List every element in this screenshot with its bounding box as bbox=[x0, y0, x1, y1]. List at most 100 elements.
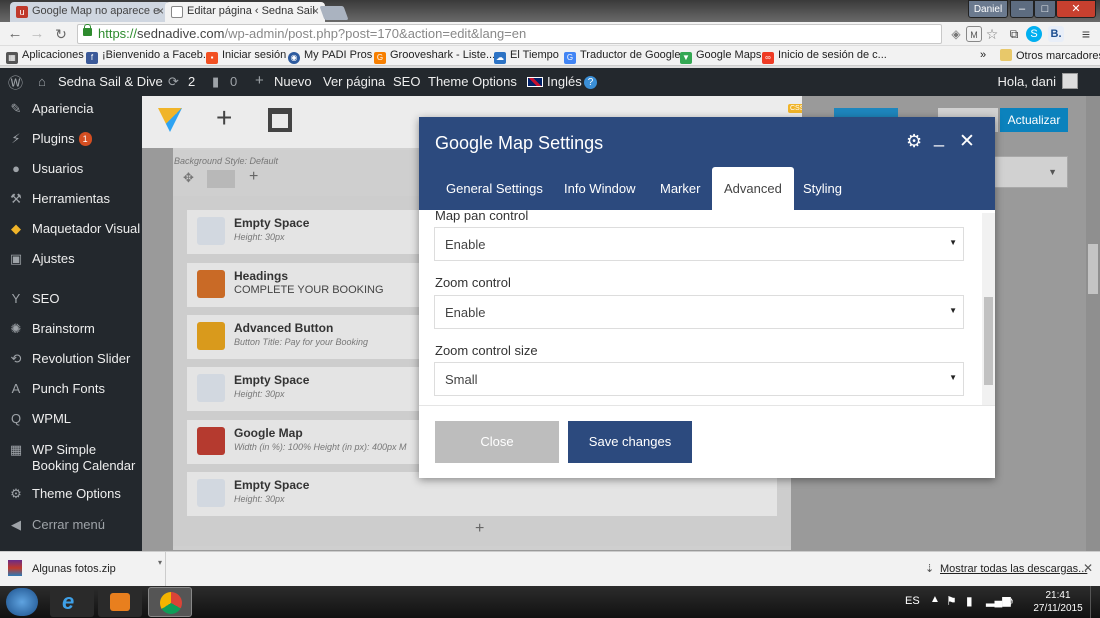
minimize-modal-icon[interactable]: _ bbox=[934, 127, 944, 148]
add-element-bottom-icon[interactable]: + bbox=[475, 520, 484, 538]
booking-icon[interactable]: B. bbox=[1048, 26, 1064, 42]
select-zoom-size[interactable]: Small ▼ bbox=[434, 362, 964, 396]
collapse-menu[interactable]: ◀ Cerrar menú bbox=[0, 517, 142, 533]
media-player-taskbar-icon[interactable] bbox=[98, 587, 142, 617]
close-window-icon[interactable]: ✕ bbox=[1056, 0, 1096, 18]
update-button[interactable]: Actualizar bbox=[1000, 108, 1068, 132]
show-all-downloads-link[interactable]: Mostrar todas las descargas... bbox=[940, 563, 1087, 575]
gear-icon[interactable]: ⚙ bbox=[906, 131, 922, 152]
action-center-icon[interactable]: ⚑ bbox=[946, 594, 957, 608]
sidebar-item-wpml[interactable]: Q WPML bbox=[0, 411, 142, 427]
tab-general-settings[interactable]: General Settings bbox=[446, 181, 543, 196]
column-layout-icon[interactable] bbox=[207, 170, 235, 188]
new-tab-button[interactable] bbox=[319, 6, 349, 20]
language-indicator[interactable]: ES bbox=[905, 595, 920, 607]
updates-icon[interactable]: ⟳ bbox=[168, 74, 179, 90]
sidebar-item-ajustes[interactable]: ▣ Ajustes bbox=[0, 251, 142, 267]
page-scrollbar-thumb[interactable] bbox=[1088, 244, 1098, 294]
maximize-icon[interactable]: □ bbox=[1034, 0, 1056, 18]
save-changes-button[interactable]: Save changes bbox=[568, 421, 692, 463]
bookmark-facebook[interactable]: f ¡Bienvenido a Faceb... bbox=[86, 49, 212, 64]
show-desktop-button[interactable] bbox=[1090, 586, 1100, 618]
bookmark-weather[interactable]: ☁ El Tiempo bbox=[494, 49, 559, 64]
move-icon[interactable]: ✥ bbox=[183, 170, 194, 186]
vc-logo-icon[interactable] bbox=[158, 108, 182, 132]
network-icon[interactable]: ▂▄▆ bbox=[986, 594, 1011, 607]
layout-icon[interactable] bbox=[268, 108, 292, 132]
sidebar-item-herramientas[interactable]: ⚒ Herramientas bbox=[0, 191, 142, 207]
sidebar-item-maquetador[interactable]: ◆ Maquetador Visual bbox=[0, 221, 142, 237]
bookmarks-more[interactable]: » bbox=[980, 49, 986, 61]
dropdown-arrow-icon[interactable]: ▼ bbox=[992, 156, 1068, 188]
bookmark-grooveshark[interactable]: G Grooveshark - Liste... bbox=[374, 49, 495, 64]
bookmark-apps[interactable]: ▦ Aplicaciones bbox=[6, 49, 84, 64]
close-icon[interactable]: ✕ bbox=[1083, 561, 1093, 575]
select-pan-control[interactable]: Enable ▼ bbox=[434, 227, 964, 261]
sidebar-item-booking[interactable]: ▦ WP Simple Booking Calendar bbox=[0, 442, 142, 474]
chevron-down-icon[interactable]: ▾ bbox=[158, 558, 162, 567]
theme-options-link[interactable]: Theme Options bbox=[428, 74, 517, 89]
tab-info-window[interactable]: Info Window bbox=[564, 181, 636, 196]
other-bookmarks[interactable]: Otros marcadores bbox=[1000, 49, 1100, 62]
battery-icon[interactable]: ▮ bbox=[966, 594, 973, 608]
seo-link[interactable]: SEO bbox=[393, 74, 420, 89]
sidebar-item-usuarios[interactable]: ● Usuarios bbox=[0, 161, 142, 177]
wordpress-logo-icon[interactable]: Ⓦ bbox=[8, 72, 23, 93]
sidebar-item-punch-fonts[interactable]: A Punch Fonts bbox=[0, 381, 142, 397]
start-button-icon[interactable] bbox=[6, 588, 38, 616]
close-icon[interactable]: ✕ bbox=[959, 130, 975, 153]
profile-button[interactable]: Daniel bbox=[968, 0, 1008, 18]
bookmark-padi[interactable]: ◉ My PADI Pros bbox=[288, 49, 372, 64]
updates-count[interactable]: 2 bbox=[188, 74, 195, 89]
help-icon[interactable]: ? bbox=[584, 76, 597, 89]
back-icon[interactable]: ← bbox=[6, 25, 24, 43]
sidebar-item-theme-options[interactable]: ⚙ Theme Options bbox=[0, 486, 142, 502]
minimize-icon[interactable]: – bbox=[1010, 0, 1034, 18]
sidebar-item-revolution[interactable]: ⟲ Revolution Slider bbox=[0, 351, 142, 367]
close-tab-icon[interactable]: × bbox=[157, 4, 164, 18]
copy-icon[interactable]: ⧉ bbox=[1006, 26, 1022, 42]
clock-date[interactable]: 27/11/2015 bbox=[1030, 603, 1086, 614]
extension-icon[interactable]: M bbox=[966, 26, 982, 42]
bookmark-translate[interactable]: G Traductor de Google bbox=[564, 49, 680, 64]
bookmark-login-c[interactable]: ∞ Inicio de sesión de c... bbox=[762, 49, 887, 64]
menu-icon[interactable]: ≡ bbox=[1078, 26, 1094, 42]
skype-icon[interactable]: S bbox=[1026, 26, 1042, 42]
download-item[interactable]: Algunas fotos.zip ▾ bbox=[0, 552, 166, 586]
tab-marker[interactable]: Marker bbox=[660, 181, 700, 196]
modal-scrollbar-thumb[interactable] bbox=[984, 297, 993, 385]
sidebar-item-seo[interactable]: Y SEO bbox=[0, 291, 142, 307]
browser-tab[interactable]: u Google Map no aparece e × bbox=[10, 2, 170, 22]
sidebar-item-brainstorm[interactable]: ✺ Brainstorm bbox=[0, 321, 142, 337]
sidebar-item-plugins[interactable]: ⚡ Plugins 1 bbox=[0, 131, 142, 147]
language-switcher[interactable]: Inglés bbox=[547, 74, 582, 89]
element-empty-space[interactable]: Empty Space Height: 30px bbox=[187, 472, 777, 516]
bookmark-login[interactable]: ▪ Iniciar sesión bbox=[206, 49, 286, 64]
browser-tab-active[interactable]: Editar página ‹ Sedna Sail × bbox=[165, 2, 325, 22]
shield-icon[interactable]: ◈ bbox=[948, 26, 964, 42]
address-bar[interactable]: https://sednadive.com/wp-admin/post.php?… bbox=[77, 24, 942, 44]
new-link[interactable]: Nuevo bbox=[274, 74, 312, 89]
tab-styling[interactable]: Styling bbox=[803, 181, 842, 196]
select-zoom-control[interactable]: Enable ▼ bbox=[434, 295, 964, 329]
chrome-taskbar-icon[interactable] bbox=[148, 587, 192, 617]
bookmark-star-icon[interactable]: ☆ bbox=[984, 26, 1000, 42]
comments-count[interactable]: 0 bbox=[230, 74, 237, 89]
user-greeting[interactable]: Hola, dani bbox=[997, 74, 1056, 89]
tray-expand-icon[interactable]: ▲ bbox=[930, 594, 940, 605]
site-name-link[interactable]: Sedna Sail & Dive bbox=[58, 74, 163, 89]
add-element-icon[interactable]: + bbox=[216, 102, 232, 134]
avatar[interactable] bbox=[1062, 73, 1078, 89]
add-column-icon[interactable]: + bbox=[249, 168, 258, 186]
comments-icon[interactable]: ▮ bbox=[212, 74, 219, 90]
sidebar-item-apariencia[interactable]: ✎ Apariencia bbox=[0, 101, 142, 117]
page-scrollbar[interactable] bbox=[1086, 96, 1100, 551]
reload-icon[interactable]: ↻ bbox=[52, 25, 70, 43]
forward-icon[interactable]: → bbox=[28, 25, 46, 43]
view-page-link[interactable]: Ver página bbox=[323, 74, 385, 89]
close-tab-icon[interactable]: × bbox=[312, 4, 319, 18]
ie-taskbar-icon[interactable]: e bbox=[50, 587, 94, 617]
tab-advanced[interactable]: Advanced bbox=[712, 167, 794, 210]
close-button[interactable]: Close bbox=[435, 421, 559, 463]
bookmark-maps[interactable]: ▼ Google Maps bbox=[680, 49, 761, 64]
